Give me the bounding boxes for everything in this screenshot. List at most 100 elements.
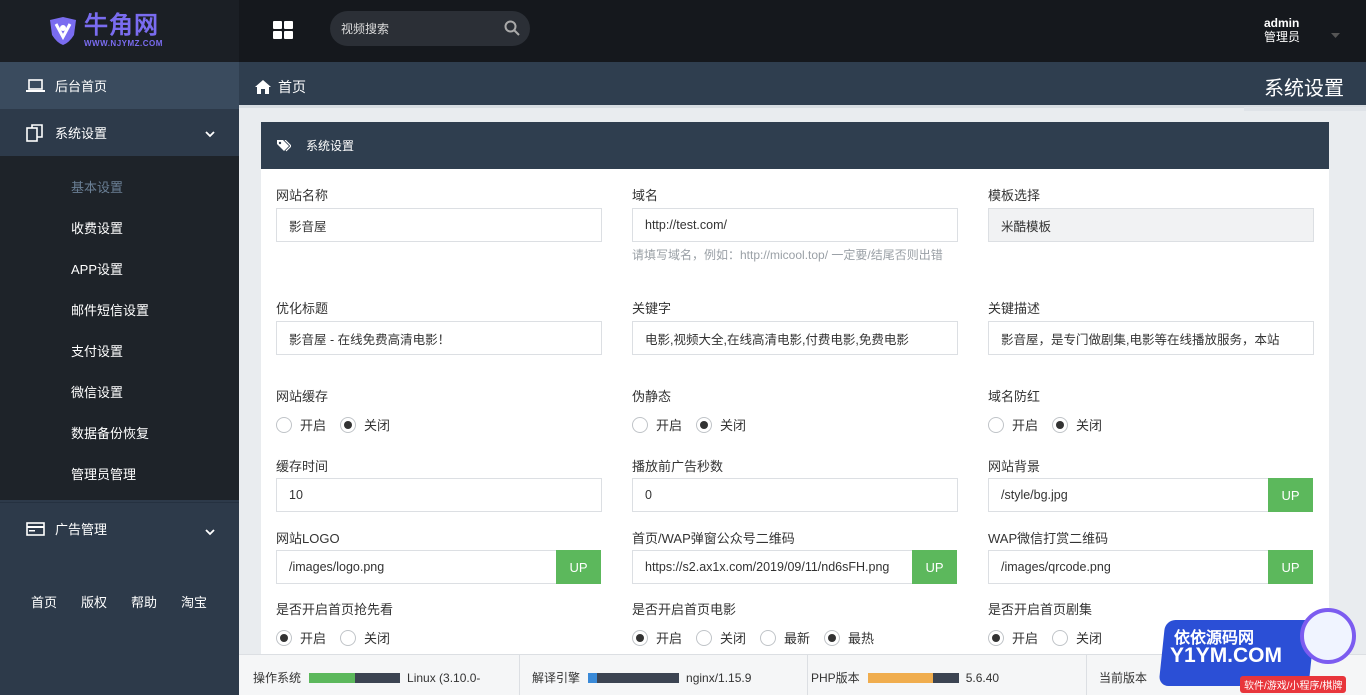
cache-time-input[interactable]: [276, 478, 602, 512]
chevron-down-icon: [205, 126, 215, 141]
caret-down-icon[interactable]: [1331, 26, 1340, 41]
divider: [1086, 655, 1087, 695]
home-series-off-radio[interactable]: 关闭: [1052, 628, 1102, 647]
home-movies-radio-group: 开启 关闭 最新 最热: [632, 628, 888, 647]
sidebar-item-basic[interactable]: 基本设置: [0, 166, 239, 207]
site-name-label: 网站名称: [276, 188, 329, 203]
settings-card: 系统设置 网站名称 域名 请填写域名，例如：http://micool.top/…: [261, 122, 1329, 662]
logo[interactable]: 牛角网 WWW.NJYMZ.COM: [0, 0, 239, 62]
pseudo-static-off-radio[interactable]: 关闭: [696, 415, 746, 434]
link-taobao[interactable]: 淘宝: [181, 592, 207, 611]
site-logo-upload-button[interactable]: UP: [556, 550, 601, 584]
status-php-bar: [867, 672, 959, 683]
search-icon[interactable]: [504, 20, 520, 39]
site-bg-upload-button[interactable]: UP: [1268, 478, 1313, 512]
home-icon: [255, 80, 271, 94]
magnifier-icon: [1300, 608, 1356, 664]
cache-on-radio[interactable]: 开启: [276, 415, 326, 434]
home-series-radio-group: 开启 关闭: [988, 628, 1116, 647]
sidebar-item-label: 后台首页: [55, 79, 108, 94]
page-title: 系统设置: [1264, 78, 1344, 100]
sidebar-item-mail-sms[interactable]: 邮件短信设置: [0, 289, 239, 330]
status-engine-label: 解译引擎: [532, 671, 581, 685]
search-box: [330, 11, 530, 46]
status-engine: 解译引擎 nginx/1.15.9: [532, 669, 751, 686]
home-preview-radio-group: 开启 关闭: [276, 628, 404, 647]
breadcrumb-home[interactable]: 首页: [255, 77, 306, 97]
cache-radio-group: 开启 关闭: [276, 415, 404, 434]
pseudo-static-on-radio[interactable]: 开启: [632, 415, 682, 434]
top-bar: admin 管理员: [239, 0, 1366, 62]
grid-menu-icon[interactable]: [273, 21, 293, 39]
wap-reward-qr-input[interactable]: [988, 550, 1269, 584]
popup-qr-input[interactable]: [632, 550, 913, 584]
home-movies-hottest-radio[interactable]: 最热: [824, 628, 874, 647]
keywords-input[interactable]: [632, 321, 958, 355]
sidebar-item-payment[interactable]: 支付设置: [0, 330, 239, 371]
status-os-label: 操作系统: [253, 671, 302, 685]
pseudo-static-label: 伪静态: [632, 389, 672, 404]
cache-off-radio[interactable]: 关闭: [340, 415, 390, 434]
home-preview-on-radio[interactable]: 开启: [276, 628, 326, 647]
sidebar-item-fees[interactable]: 收费设置: [0, 207, 239, 248]
home-movies-on-radio[interactable]: 开启: [632, 628, 682, 647]
status-php: PHP版本 5.6.40: [811, 669, 999, 686]
logo-title: 牛角网: [84, 12, 159, 39]
status-php-label: PHP版本: [811, 671, 860, 685]
domain-guard-radio-group: 开启 关闭: [988, 415, 1116, 434]
site-name-input[interactable]: [276, 208, 602, 242]
home-preview-label: 是否开启首页抢先看: [276, 602, 394, 617]
status-os-bar: [309, 672, 401, 683]
sidebar-item-backup[interactable]: 数据备份恢复: [0, 412, 239, 453]
sidebar-group-settings[interactable]: 系统设置: [0, 109, 239, 156]
site-logo-input[interactable]: [276, 550, 557, 584]
domain-guard-off-radio[interactable]: 关闭: [1052, 415, 1102, 434]
user-name: admin: [1264, 16, 1300, 30]
divider: [807, 655, 808, 695]
sidebar-item-admins[interactable]: 管理员管理: [0, 453, 239, 494]
keywords-label: 关键字: [632, 301, 672, 316]
watermark-tagline: 软件/游戏/小程序/棋牌: [1240, 676, 1347, 693]
status-current-label: 当前版本: [1099, 671, 1148, 685]
wap-reward-qr-upload-button[interactable]: UP: [1268, 550, 1313, 584]
logo-subtitle: WWW.NJYMZ.COM: [84, 39, 163, 48]
sidebar-item-home[interactable]: 后台首页: [0, 62, 239, 109]
home-series-on-radio[interactable]: 开启: [988, 628, 1038, 647]
title-underline: [1244, 107, 1366, 111]
link-help[interactable]: 帮助: [131, 592, 157, 611]
site-bg-label: 网站背景: [988, 459, 1041, 474]
domain-guard-on-radio[interactable]: 开启: [988, 415, 1038, 434]
domain-guard-label: 域名防红: [988, 389, 1041, 404]
sidebar-item-app[interactable]: APP设置: [0, 248, 239, 289]
link-home[interactable]: 首页: [31, 592, 57, 611]
cache-time-label: 缓存时间: [276, 459, 329, 474]
status-os-value: Linux (3.10.0-: [407, 670, 481, 685]
search-input[interactable]: [341, 21, 491, 36]
sidebar-group-label: 广告管理: [55, 522, 108, 537]
breadcrumb-home-label: 首页: [278, 79, 306, 95]
status-php-value: 5.6.40: [965, 670, 1000, 685]
domain-input[interactable]: [632, 208, 958, 242]
watermark-badge: 依依源码网 Y1YM.COM 软件/游戏/小程序/棋牌: [1150, 608, 1366, 695]
site-bg-input[interactable]: [988, 478, 1269, 512]
breadcrumb: 首页 系统设置: [239, 62, 1366, 111]
status-os: 操作系统 Linux (3.10.0-: [253, 669, 480, 686]
template-select[interactable]: [988, 208, 1314, 242]
sidebar-group-ads[interactable]: 广告管理: [0, 502, 239, 554]
link-copyright[interactable]: 版权: [81, 592, 107, 611]
preroll-seconds-input[interactable]: [632, 478, 958, 512]
home-movies-off-radio[interactable]: 关闭: [696, 628, 746, 647]
home-preview-off-radio[interactable]: 关闭: [340, 628, 390, 647]
sidebar-item-wechat[interactable]: 微信设置: [0, 371, 239, 412]
preroll-seconds-label: 播放前广告秒数: [632, 459, 724, 474]
domain-help-text: 请填写域名，例如：http://micool.top/ 一定要/结尾否则出错: [632, 248, 943, 262]
logo-shield-icon: [46, 14, 80, 48]
popup-qr-upload-button[interactable]: UP: [912, 550, 957, 584]
domain-label: 域名: [632, 188, 659, 203]
description-input[interactable]: [988, 321, 1314, 355]
user-menu[interactable]: admin 管理员: [1264, 16, 1300, 44]
status-engine-fill: [588, 672, 598, 683]
home-movies-latest-radio[interactable]: 最新: [760, 628, 810, 647]
seo-title-input[interactable]: [276, 321, 602, 355]
tags-icon: [277, 139, 291, 152]
